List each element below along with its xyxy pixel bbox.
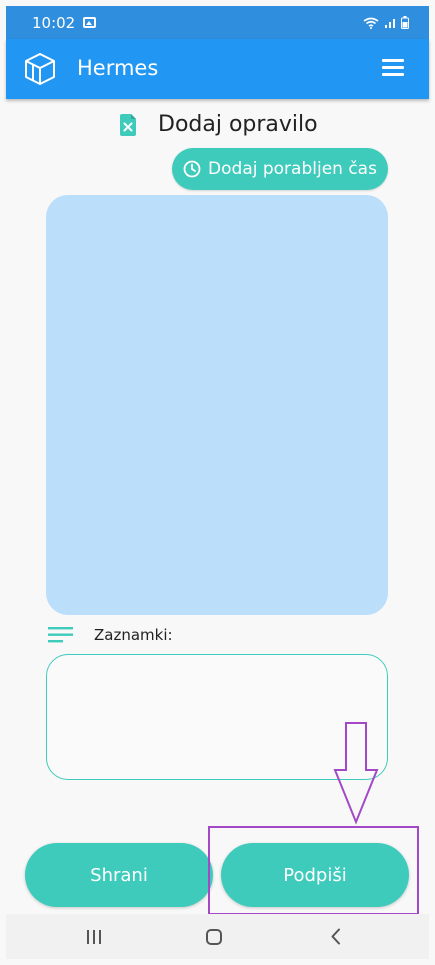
page-heading: Dodaj opravilo (120, 112, 318, 137)
navigation-bar (6, 914, 429, 959)
wifi-icon (363, 17, 379, 29)
back-icon[interactable] (331, 928, 341, 945)
app-logo-icon (25, 53, 55, 85)
signature-pad[interactable] (46, 195, 388, 615)
status-bar: 10:02 (6, 6, 429, 39)
app-bar: Hermes (6, 39, 429, 99)
gallery-icon (83, 17, 97, 28)
sign-button[interactable]: Podpiši (221, 843, 409, 907)
notes-input[interactable] (46, 654, 388, 780)
notes-lines-icon (48, 627, 73, 643)
hamburger-menu-icon[interactable] (382, 59, 404, 79)
app-title: Hermes (77, 56, 159, 80)
notes-label-row: Zaznamki: (48, 626, 173, 644)
add-time-button[interactable]: Dodaj porabljen čas (172, 148, 388, 190)
status-time: 10:02 (32, 13, 76, 32)
save-button[interactable]: Shrani (25, 843, 213, 907)
signal-icon (385, 18, 395, 28)
status-left: 10:02 (32, 13, 97, 32)
page-title: Dodaj opravilo (158, 112, 318, 137)
status-right (363, 16, 409, 29)
battery-icon (401, 16, 409, 29)
document-tools-icon (120, 113, 136, 136)
clock-icon (183, 160, 201, 178)
notes-label: Zaznamki: (94, 626, 173, 644)
home-icon[interactable] (206, 929, 222, 945)
add-time-label: Dodaj porabljen čas (208, 159, 377, 179)
recent-apps-icon[interactable] (86, 930, 102, 944)
